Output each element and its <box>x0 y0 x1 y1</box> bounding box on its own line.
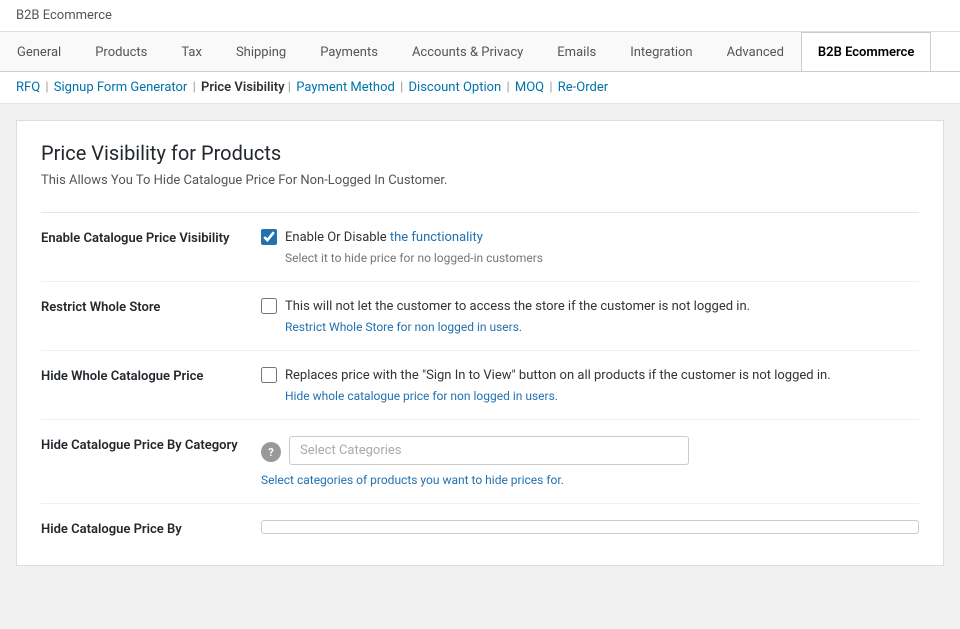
sep-1: | <box>45 80 48 95</box>
checkbox-row-enable: Enable Or Disable the functionality <box>261 229 919 245</box>
checkbox-enable-catalogue[interactable] <box>261 229 277 245</box>
label-hide-by-product: Hide Catalogue Price By <box>41 520 261 537</box>
tab-products[interactable]: Products <box>78 32 164 72</box>
sub-nav: RFQ | Signup Form Generator | Price Visi… <box>0 72 960 104</box>
settings-row-restrict-store: Restrict Whole Store This will not let t… <box>41 282 919 351</box>
help-text-enable-catalogue: Select it to hide price for no logged-in… <box>261 251 919 265</box>
page-title: Price Visibility for Products <box>41 141 919 165</box>
tab-advanced[interactable]: Advanced <box>710 32 801 72</box>
tab-bar: General Products Tax Shipping Payments A… <box>0 32 960 72</box>
checkbox-label-enable: Enable Or Disable the functionality <box>285 230 483 245</box>
tab-payments[interactable]: Payments <box>303 32 395 72</box>
checkbox-restrict-store[interactable] <box>261 298 277 314</box>
select-categories-placeholder: Select Categories <box>300 443 402 458</box>
subnav-rfq[interactable]: RFQ <box>16 80 40 95</box>
settings-table: Enable Catalogue Price Visibility Enable… <box>41 212 919 545</box>
page-description: This Allows You To Hide Catalogue Price … <box>41 173 919 188</box>
checkbox-label-restrict: This will not let the customer to access… <box>285 299 750 314</box>
control-restrict-store: This will not let the customer to access… <box>261 298 919 334</box>
sep-6: | <box>549 80 552 95</box>
tab-emails[interactable]: Emails <box>540 32 613 72</box>
highlight-enable: the functionality <box>390 230 483 245</box>
settings-row-enable-catalogue: Enable Catalogue Price Visibility Enable… <box>41 213 919 282</box>
tab-accounts-privacy[interactable]: Accounts & Privacy <box>395 32 540 72</box>
checkbox-row-restrict: This will not let the customer to access… <box>261 298 919 314</box>
sep-5: | <box>506 80 509 95</box>
category-input-row: ? Select Categories <box>261 436 919 465</box>
tab-tax[interactable]: Tax <box>164 32 219 72</box>
label-restrict-store: Restrict Whole Store <box>41 298 261 315</box>
control-hide-by-product <box>261 520 919 534</box>
label-hide-by-category: Hide Catalogue Price By Category <box>41 436 261 453</box>
label-enable-catalogue: Enable Catalogue Price Visibility <box>41 229 261 246</box>
app-title: B2B Ecommerce <box>16 8 112 23</box>
help-text-restrict-store: Restrict Whole Store for non logged in u… <box>261 320 919 334</box>
checkbox-row-hide: Replaces price with the "Sign In to View… <box>261 367 919 383</box>
tab-shipping[interactable]: Shipping <box>219 32 303 72</box>
tab-integration[interactable]: Integration <box>613 32 709 72</box>
subnav-price-visibility-current: Price Visibility <box>201 80 285 95</box>
label-hide-catalogue: Hide Whole Catalogue Price <box>41 367 261 384</box>
sep-4: | <box>400 80 403 95</box>
select-categories[interactable]: Select Categories <box>289 436 689 465</box>
control-enable-catalogue: Enable Or Disable the functionality Sele… <box>261 229 919 265</box>
sep-2: | <box>193 80 196 95</box>
subnav-signup-form-generator[interactable]: Signup Form Generator <box>54 80 188 95</box>
sep-3: | <box>288 80 291 95</box>
subnav-payment-method[interactable]: Payment Method <box>296 80 395 95</box>
tab-general[interactable]: General <box>0 32 78 72</box>
subnav-re-order[interactable]: Re-Order <box>558 80 608 95</box>
control-hide-catalogue: Replaces price with the "Sign In to View… <box>261 367 919 403</box>
help-text-hide-by-category: Select categories of products you want t… <box>261 473 919 487</box>
help-text-hide-catalogue: Hide whole catalogue price for non logge… <box>261 389 919 403</box>
settings-row-hide-by-product: Hide Catalogue Price By <box>41 504 919 545</box>
top-bar: B2B Ecommerce <box>0 0 960 32</box>
subnav-discount-option[interactable]: Discount Option <box>409 80 502 95</box>
tab-b2b-ecommerce[interactable]: B2B Ecommerce <box>801 32 931 72</box>
settings-row-hide-catalogue: Hide Whole Catalogue Price Replaces pric… <box>41 351 919 420</box>
select-products[interactable] <box>261 520 919 534</box>
checkbox-hide-catalogue[interactable] <box>261 367 277 383</box>
main-content: Price Visibility for Products This Allow… <box>16 120 944 566</box>
checkbox-label-hide: Replaces price with the "Sign In to View… <box>285 368 831 383</box>
settings-row-hide-by-category: Hide Catalogue Price By Category ? Selec… <box>41 420 919 504</box>
control-hide-by-category: ? Select Categories Select categories of… <box>261 436 919 487</box>
subnav-moq[interactable]: MOQ <box>515 80 544 95</box>
help-icon-category[interactable]: ? <box>261 442 281 462</box>
